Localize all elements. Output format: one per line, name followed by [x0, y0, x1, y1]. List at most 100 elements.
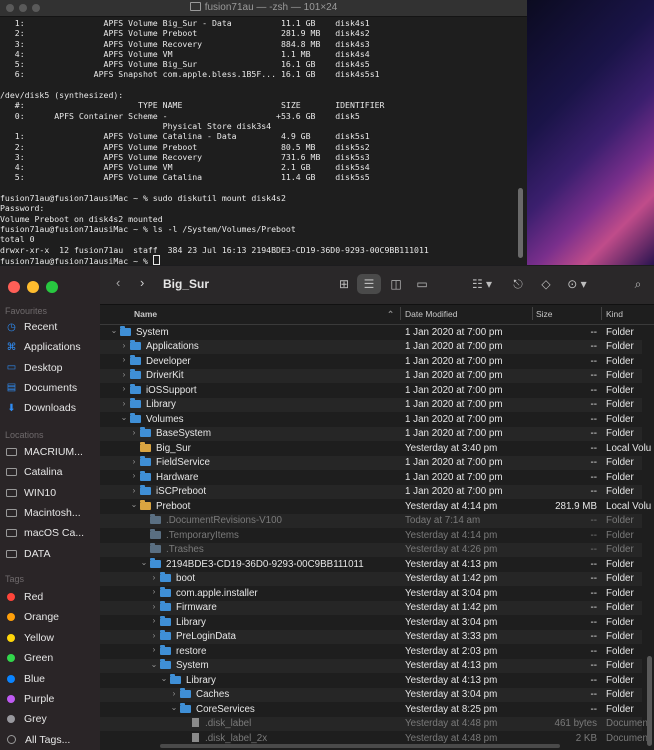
chevron-right-icon[interactable]: ›	[120, 399, 128, 408]
table-row[interactable]: .Trashes Yesterday at 4:26 pm -- Folder	[100, 542, 642, 557]
table-row[interactable]: › com.apple.installer Yesterday at 3:04 pm…	[100, 586, 642, 601]
search-icon[interactable]: ⌕	[626, 274, 650, 294]
sidebar-tag-green[interactable]: Green	[5, 649, 53, 667]
sort-chevron-icon[interactable]: ⌃	[387, 309, 394, 320]
sidebar-item-downloads[interactable]: ⬇ Downloads	[5, 399, 76, 417]
horizontal-scrollbar[interactable]	[160, 744, 560, 748]
terminal-window[interactable]: fusion71au — -zsh — 101×24 1: APFS Volum…	[0, 0, 527, 265]
chevron-down-icon[interactable]: ⌄	[140, 558, 148, 567]
terminal-scrollbar[interactable]	[518, 188, 523, 258]
action-menu-icon[interactable]: ⊙ ▾	[562, 274, 592, 294]
sidebar-item-location[interactable]: Catalina	[5, 463, 63, 481]
chevron-right-icon[interactable]: ›	[130, 486, 138, 495]
chevron-right-icon[interactable]: ›	[120, 355, 128, 364]
sidebar-item-location[interactable]: DATA	[5, 545, 50, 563]
zoom-button[interactable]	[46, 281, 58, 293]
table-row[interactable]: ⌄ CoreServices Yesterday at 8:25 pm -- Folde…	[100, 702, 642, 717]
chevron-right-icon[interactable]: ›	[120, 341, 128, 350]
group-icon[interactable]: ☷ ▾	[468, 274, 496, 294]
sidebar-item-applications[interactable]: ⌘ Applications	[5, 338, 81, 356]
chevron-right-icon[interactable]: ›	[150, 616, 158, 625]
icon-view-icon[interactable]: ⊞	[332, 274, 356, 294]
table-row[interactable]: ⌄ Library Yesterday at 4:13 pm -- Folder	[100, 673, 642, 688]
table-row[interactable]: ⌄ System Yesterday at 4:13 pm -- Folder	[100, 658, 642, 673]
sidebar-tag-alltags[interactable]: All Tags...	[5, 731, 70, 749]
table-row[interactable]: › Library Yesterday at 3:04 pm -- Folder	[100, 615, 642, 630]
sidebar-item-recent[interactable]: ◷ Recent	[5, 318, 57, 336]
table-row[interactable]: .disk_label Yesterday at 4:48 pm 461 bytes…	[100, 716, 648, 731]
minimize-button[interactable]	[27, 281, 39, 293]
column-view-icon[interactable]: ◫	[384, 274, 408, 294]
terminal-output[interactable]: 1: APFS Volume Big_Sur - Data 11.1 GB di…	[0, 17, 527, 265]
finder-window[interactable]: Favourites ◷ Recent ⌘ Applications ▭ Desktop ▤ D…	[0, 266, 654, 750]
kind-column-header[interactable]: Kind	[606, 309, 623, 319]
sidebar-item-desktop[interactable]: ▭ Desktop	[5, 359, 63, 377]
chevron-down-icon[interactable]: ⌄	[120, 413, 128, 422]
chevron-down-icon[interactable]: ⌄	[170, 703, 178, 712]
table-row[interactable]: › PreLoginData Yesterday at 3:33 pm -- Folde…	[100, 629, 642, 644]
table-row[interactable]: ⌄ System 1 Jan 2020 at 7:00 pm -- Folder	[100, 325, 642, 340]
table-row[interactable]: › Firmware Yesterday at 1:42 pm -- Folder	[100, 600, 642, 615]
chevron-right-icon[interactable]: ›	[170, 689, 178, 698]
chevron-down-icon[interactable]: ⌄	[150, 660, 158, 669]
sidebar-tag-purple[interactable]: Purple	[5, 690, 54, 708]
table-row[interactable]: › boot Yesterday at 1:42 pm -- Folder	[100, 571, 642, 586]
row-date: Today at 7:14 am	[405, 515, 481, 526]
table-row[interactable]: .DocumentRevisions-V100 Today at 7:14 am -…	[100, 513, 642, 528]
sidebar-tag-grey[interactable]: Grey	[5, 710, 47, 728]
sidebar-item-location[interactable]: macOS Ca...	[5, 524, 84, 542]
table-row[interactable]: › iSCPreboot 1 Jan 2020 at 7:00 pm -- Folder	[100, 484, 642, 499]
back-icon[interactable]: ‹	[116, 275, 120, 290]
vertical-scrollbar[interactable]	[647, 656, 652, 746]
table-row[interactable]: .disk_label_2x Yesterday at 4:48 pm 2 KB Do…	[100, 731, 648, 745]
table-row[interactable]: › Applications 1 Jan 2020 at 7:00 pm -- Fold…	[100, 339, 642, 354]
chevron-right-icon[interactable]: ›	[120, 384, 128, 393]
table-row[interactable]: › BaseSystem 1 Jan 2020 at 7:00 pm -- Folder	[100, 426, 642, 441]
chevron-right-icon[interactable]: ›	[130, 471, 138, 480]
close-button[interactable]	[8, 281, 20, 293]
sidebar-item-documents[interactable]: ▤ Documents	[5, 379, 77, 397]
tag-icon[interactable]: ◇	[534, 274, 558, 294]
gallery-view-icon[interactable]: ▭	[410, 274, 434, 294]
table-row[interactable]: › iOSSupport 1 Jan 2020 at 7:00 pm -- Folder	[100, 383, 642, 398]
terminal-titlebar[interactable]: fusion71au — -zsh — 101×24	[0, 0, 527, 17]
file-list[interactable]: ⌄ System 1 Jan 2020 at 7:00 pm -- Folder › App…	[100, 325, 654, 745]
sidebar-item-location[interactable]: WIN10	[5, 484, 56, 502]
date-column-header[interactable]: Date Modified	[405, 309, 457, 319]
chevron-right-icon[interactable]: ›	[150, 645, 158, 654]
table-row[interactable]: › restore Yesterday at 2:03 pm -- Folder	[100, 644, 642, 659]
sidebar-tag-orange[interactable]: Orange	[5, 608, 59, 626]
table-row[interactable]: .TemporaryItems Yesterday at 4:14 pm -- Fol…	[100, 528, 642, 543]
table-row[interactable]: › Library 1 Jan 2020 at 7:00 pm -- Folder	[100, 397, 642, 412]
row-name: System	[176, 660, 209, 671]
share-icon[interactable]: ⎋	[506, 274, 530, 294]
table-row[interactable]: › DriverKit 1 Jan 2020 at 7:00 pm -- Folder	[100, 368, 642, 383]
chevron-down-icon[interactable]: ⌄	[130, 500, 138, 509]
chevron-right-icon[interactable]: ›	[120, 370, 128, 379]
chevron-right-icon[interactable]: ›	[130, 428, 138, 437]
forward-icon[interactable]: ›	[140, 275, 144, 290]
sidebar-tag-blue[interactable]: Blue	[5, 670, 45, 688]
chevron-right-icon[interactable]: ›	[130, 457, 138, 466]
list-view-icon[interactable]: ☰	[357, 274, 381, 294]
sidebar-item-location[interactable]: Macintosh...	[5, 504, 81, 522]
chevron-right-icon[interactable]: ›	[150, 602, 158, 611]
chevron-down-icon[interactable]: ⌄	[110, 326, 118, 335]
table-row[interactable]: › FieldService 1 Jan 2020 at 7:00 pm -- Fold…	[100, 455, 642, 470]
chevron-right-icon[interactable]: ›	[150, 631, 158, 640]
chevron-right-icon[interactable]: ›	[150, 587, 158, 596]
sidebar-tag-red[interactable]: Red	[5, 588, 43, 606]
table-row[interactable]: ⌄ Volumes 1 Jan 2020 at 7:00 pm -- Folder	[100, 412, 642, 427]
table-row[interactable]: ⌄ 2194BDE3-CD19-36D0-9293-00C9BB111011 Yes…	[100, 557, 642, 572]
table-row[interactable]: ⌄ Preboot Yesterday at 4:14 pm 281.9 MB Loca…	[100, 499, 651, 514]
table-row[interactable]: › Hardware 1 Jan 2020 at 7:00 pm -- Folder	[100, 470, 642, 485]
name-column-header[interactable]: Name	[134, 309, 157, 319]
chevron-down-icon[interactable]: ⌄	[160, 674, 168, 683]
sidebar-tag-yellow[interactable]: Yellow	[5, 629, 54, 647]
table-row[interactable]: › Caches Yesterday at 3:04 pm -- Folder	[100, 687, 642, 702]
table-row[interactable]: Big_Sur Yesterday at 3:40 pm -- Local Volu	[100, 441, 651, 456]
table-row[interactable]: › Developer 1 Jan 2020 at 7:00 pm -- Folder	[100, 354, 642, 369]
chevron-right-icon[interactable]: ›	[150, 573, 158, 582]
size-column-header[interactable]: Size	[536, 309, 553, 319]
sidebar-item-location[interactable]: MACRIUM...	[5, 443, 83, 461]
